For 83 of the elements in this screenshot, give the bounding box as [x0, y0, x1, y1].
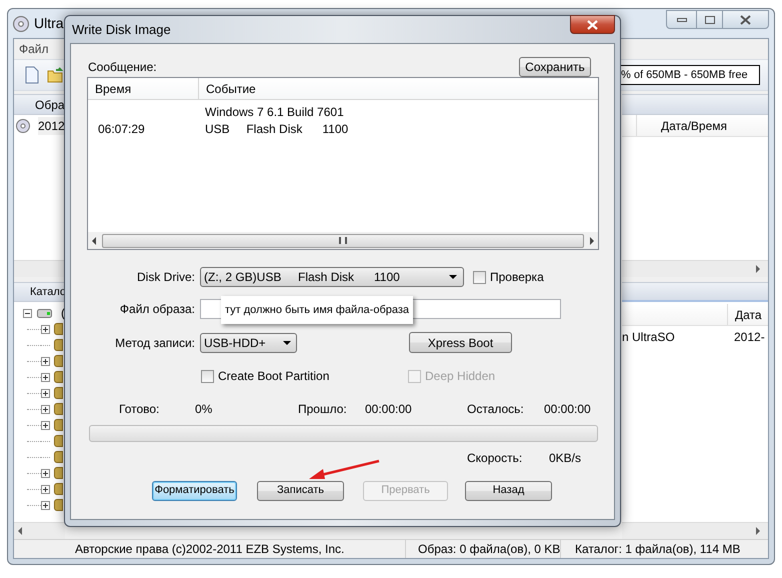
- tooltip: тут должно быть имя файла-образа: [221, 296, 413, 324]
- dropdown-icon: [283, 340, 291, 344]
- horizontal-scrollbar[interactable]: [88, 232, 598, 249]
- folder-icon: [54, 499, 63, 511]
- expand-toggle[interactable]: [41, 404, 50, 414]
- drive-icon: [37, 308, 52, 318]
- scroll-right-icon[interactable]: [756, 527, 760, 535]
- stat-value: 0KB/s: [549, 450, 582, 467]
- pane-header: Обра: [14, 94, 65, 115]
- disk-drive-select[interactable]: (Z:, 2 GB)USB Flash Disk 1100: [200, 267, 464, 287]
- close-button[interactable]: [570, 15, 615, 34]
- save-button[interactable]: Сохранить: [519, 57, 591, 77]
- checkbox[interactable]: [201, 370, 214, 382]
- scroll-left-icon[interactable]: [92, 236, 96, 244]
- expand-toggle[interactable]: [41, 500, 50, 510]
- horizontal-scrollbar[interactable]: [14, 260, 65, 277]
- image-item[interactable]: 2012: [38, 117, 65, 135]
- expand-toggle[interactable]: [41, 388, 50, 398]
- folder-icon: [54, 339, 63, 351]
- horizontal-scrollbar[interactable]: [14, 522, 65, 539]
- expand-toggle[interactable]: [41, 372, 50, 382]
- status-text: Авторские права (c)2002-2011 EZB Systems, Inc.: [75, 541, 346, 558]
- stat-label: Скорость:: [467, 450, 524, 467]
- folder-icon: [54, 451, 63, 463]
- column-header[interactable]: Событие: [199, 78, 598, 99]
- folder-icon[interactable]: [47, 67, 63, 83]
- field-label: Метод записи:: [114, 334, 195, 352]
- expand-toggle[interactable]: [41, 324, 50, 334]
- log-event: Windows 7 6.1 Build 7601: [204, 104, 344, 120]
- scroll-left-icon[interactable]: [18, 527, 22, 535]
- folder-icon: [54, 323, 63, 335]
- stat-value: 0%: [195, 401, 214, 418]
- document-icon[interactable]: [25, 66, 39, 84]
- scroll-right-icon[interactable]: [756, 265, 760, 273]
- field-label: Disk Drive:: [136, 269, 195, 286]
- dialog-button[interactable]: Назад: [465, 480, 552, 500]
- dialog-button[interactable]: Форматировать: [152, 480, 237, 500]
- log-event: USB Flash Disk 1100: [204, 120, 348, 138]
- xpress-boot-button[interactable]: Xpress Boot: [409, 332, 512, 353]
- horizontal-scrollbar[interactable]: [622, 522, 768, 539]
- folder-icon: [54, 435, 63, 447]
- caption-buttons[interactable]: [666, 10, 769, 29]
- status-text: Образ: 0 файла(ов), 0 KB: [405, 540, 560, 558]
- dialog-title: Write Disk Image: [72, 20, 171, 39]
- folder-icon: [54, 467, 63, 479]
- folder-icon: [54, 419, 63, 431]
- checkbox-label: Deep Hidden: [425, 368, 496, 385]
- stat-value: 00:00:00: [365, 401, 413, 418]
- checkbox-label: Create Boot Partition: [218, 368, 330, 385]
- checkbox-label: Проверка: [490, 269, 544, 286]
- window-title: Ultra: [34, 14, 64, 33]
- horizontal-scrollbar[interactable]: [622, 260, 768, 277]
- folder-icon: [54, 371, 63, 383]
- stat-label: Осталось:: [467, 401, 525, 418]
- checkbox[interactable]: [473, 270, 486, 284]
- dropdown-icon: [449, 275, 457, 279]
- table-cell-text: n UltraSO: [622, 329, 676, 346]
- column-header[interactable]: Время: [88, 78, 199, 99]
- menu-item[interactable]: Файл: [19, 40, 49, 58]
- dialog-button[interactable]: Записать: [257, 480, 344, 500]
- stat-label: Готово:: [119, 401, 160, 418]
- scroll-thumb[interactable]: [102, 234, 584, 248]
- status-text: Каталог: 1 файла(ов), 114 MB: [560, 540, 740, 558]
- message-label: Сообщение:: [88, 59, 157, 76]
- stat-label: Прошло:: [298, 401, 348, 418]
- field-label: Файл образа:: [118, 301, 195, 318]
- scroll-right-icon[interactable]: [590, 236, 594, 244]
- collapse-toggle[interactable]: [23, 308, 32, 318]
- folder-icon: [54, 355, 63, 367]
- expand-toggle[interactable]: [41, 468, 50, 478]
- close-icon[interactable]: [587, 20, 598, 30]
- write-method-select[interactable]: USB-HDD+: [200, 332, 297, 352]
- folder-icon: [54, 387, 63, 399]
- table-cell-text: 2012-: [734, 329, 765, 346]
- disc-icon: [13, 16, 29, 32]
- folder-icon: [54, 403, 63, 415]
- log-time: 06:07:29: [98, 122, 145, 136]
- stat-value: 00:00:00: [544, 401, 591, 418]
- folder-icon: [54, 483, 63, 495]
- expand-toggle[interactable]: [41, 356, 50, 366]
- capacity-bar: % of 650MB - 650MB free: [620, 65, 760, 85]
- expand-toggle[interactable]: [41, 420, 50, 430]
- expand-toggle[interactable]: [41, 484, 50, 494]
